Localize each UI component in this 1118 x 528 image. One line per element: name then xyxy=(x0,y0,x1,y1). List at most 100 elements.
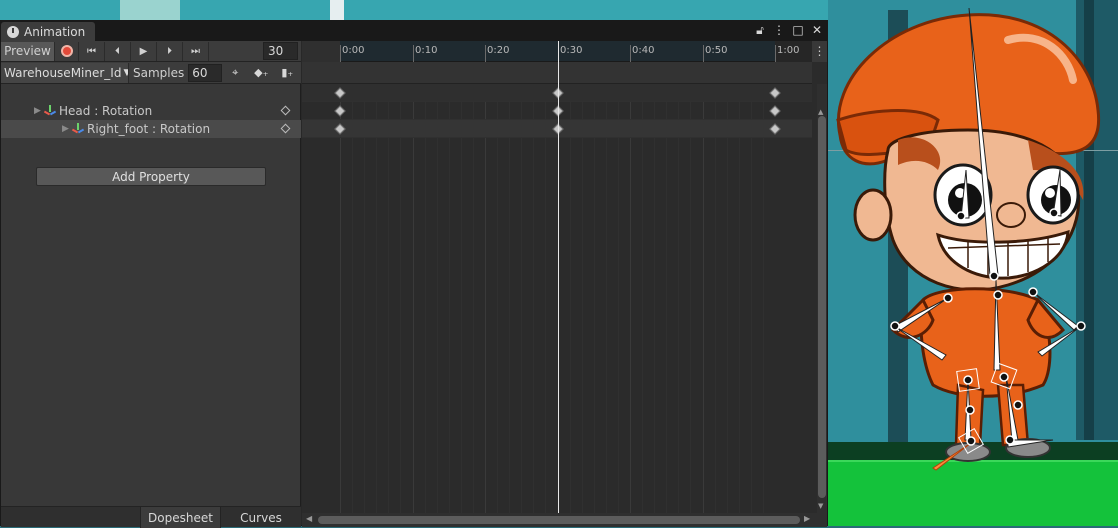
grid-line xyxy=(606,84,607,514)
grid-line xyxy=(715,84,716,514)
kebab-menu-icon[interactable]: ⋮ xyxy=(773,23,785,38)
grid-line xyxy=(400,84,401,514)
grid-line xyxy=(376,84,377,514)
lock-icon[interactable]: 🔓︎ xyxy=(754,23,766,38)
scene-stripe xyxy=(120,0,180,20)
scroll-up-icon[interactable]: ▲ xyxy=(818,108,823,116)
record-icon xyxy=(60,45,73,57)
ruler-tick xyxy=(340,45,341,62)
grid-line xyxy=(727,84,728,514)
grid-line xyxy=(437,84,438,514)
grid-line xyxy=(690,84,691,514)
maximize-icon[interactable]: □ xyxy=(792,23,804,38)
ruler-label: 0:30 xyxy=(560,45,583,56)
ruler-tick xyxy=(775,45,776,62)
expand-arrow-icon[interactable]: ▶ xyxy=(62,124,72,134)
window-titlebar: Animation 🔓︎ ⋮ □ ✕ xyxy=(1,21,827,41)
grid-line xyxy=(473,84,474,514)
clock-icon xyxy=(7,25,19,38)
animation-window: Animation 🔓︎ ⋮ □ ✕ Preview ⏮ ⏴ ▶ ⏵ ⏭ 30 … xyxy=(0,20,828,528)
view-tabs: Dopesheet Curves xyxy=(1,506,301,528)
property-row-right-foot[interactable]: ▶ Right_foot : Rotation xyxy=(1,120,301,138)
add-keyframe-icon[interactable]: ◆₊ xyxy=(248,63,274,83)
grid-line xyxy=(413,84,414,514)
last-key-icon[interactable]: ⏭ xyxy=(183,41,209,61)
summary-row xyxy=(1,84,301,102)
grid-line xyxy=(425,84,426,514)
frame-field[interactable]: 30 xyxy=(263,42,298,60)
scroll-thumb[interactable] xyxy=(318,516,800,524)
grid-line xyxy=(678,84,679,514)
tab-dopesheet[interactable]: Dopesheet xyxy=(140,507,220,528)
grid-line xyxy=(461,84,462,514)
ruler-tick xyxy=(485,45,486,62)
ruler-label: 0:40 xyxy=(632,45,655,56)
ruler-label: 0:50 xyxy=(705,45,728,56)
record-button[interactable] xyxy=(55,41,79,61)
grid-line xyxy=(545,84,546,514)
playback-toolbar: Preview ⏮ ⏴ ▶ ⏵ ⏭ xyxy=(1,41,301,62)
ruler-menu-icon[interactable]: ⋮ xyxy=(812,41,827,62)
ruler-label: 0:10 xyxy=(415,45,438,56)
scroll-right-icon[interactable]: ▶ xyxy=(804,514,810,523)
grid-line xyxy=(340,84,341,514)
window-buttons: 🔓︎ ⋮ □ ✕ xyxy=(754,23,823,38)
ruler-label: 0:00 xyxy=(342,45,365,56)
grid-line xyxy=(388,84,389,514)
scroll-thumb[interactable] xyxy=(818,116,826,498)
grid-line xyxy=(582,84,583,514)
tab-curves[interactable]: Curves xyxy=(220,507,301,528)
scene-stripe xyxy=(330,0,344,20)
clip-dropdown[interactable]: WarehouseMiner_Id ▼ xyxy=(1,62,129,83)
preview-button[interactable]: Preview xyxy=(1,41,55,61)
close-icon[interactable]: ✕ xyxy=(811,23,823,38)
tab-animation[interactable]: Animation xyxy=(1,22,95,41)
time-ruler[interactable] xyxy=(302,41,812,62)
samples-label: Samples xyxy=(133,65,185,80)
ruler-tick xyxy=(703,45,704,62)
property-list: ▶ Head : Rotation ▶ Right_foot : Rotatio… xyxy=(1,84,301,138)
previous-key-icon[interactable]: ⏴ xyxy=(105,41,131,61)
grid-line xyxy=(594,84,595,514)
keyframe-toggle-icon[interactable] xyxy=(280,123,291,134)
samples-field[interactable]: 60 xyxy=(188,63,223,82)
property-label: Head : Rotation xyxy=(59,104,153,118)
clip-name: WarehouseMiner_Id xyxy=(4,65,122,80)
keyframe-toggle-icon[interactable] xyxy=(280,105,291,116)
clip-toolbar: WarehouseMiner_Id ▼ Samples 60 ⌖ ◆₊ ▮₊ xyxy=(1,62,301,84)
next-key-icon[interactable]: ⏵ xyxy=(157,41,183,61)
horizontal-scrollbar[interactable]: ◀ ▶ xyxy=(302,513,827,527)
grid-line xyxy=(509,84,510,514)
dopesheet-timeline[interactable]: ⋮ 0:00 0:10 0:20 0:30 0:40 0:50 1:00 ▲ ▼ ◀ ▶ xyxy=(302,41,827,527)
grid-line xyxy=(352,84,353,514)
ruler-tick xyxy=(630,45,631,62)
transform-icon xyxy=(43,105,57,117)
property-label: Right_foot : Rotation xyxy=(87,122,211,136)
play-icon[interactable]: ▶ xyxy=(131,41,157,61)
event-lane[interactable] xyxy=(302,62,812,84)
scroll-left-icon[interactable]: ◀ xyxy=(306,514,312,523)
add-property-button[interactable]: Add Property xyxy=(36,167,266,186)
grid-line xyxy=(654,84,655,514)
grid-line xyxy=(618,84,619,514)
grid-line xyxy=(521,84,522,514)
playhead[interactable] xyxy=(558,41,559,513)
character-sprite[interactable] xyxy=(828,0,1118,526)
grid-line xyxy=(570,84,571,514)
transform-icon xyxy=(71,123,85,135)
grid-line xyxy=(666,84,667,514)
scroll-down-icon[interactable]: ▼ xyxy=(818,502,823,510)
grid-line xyxy=(763,84,764,514)
grid-line xyxy=(364,84,365,514)
filter-icon[interactable]: ⌖ xyxy=(222,63,248,83)
ruler-label: 1:00 xyxy=(777,45,800,56)
grid-line xyxy=(703,84,704,514)
grid-line xyxy=(533,84,534,514)
add-event-icon[interactable]: ▮₊ xyxy=(274,63,300,83)
property-row-head[interactable]: ▶ Head : Rotation xyxy=(1,102,301,120)
expand-arrow-icon[interactable]: ▶ xyxy=(34,106,44,116)
ruler-label: 0:20 xyxy=(487,45,510,56)
first-key-icon[interactable]: ⏮ xyxy=(79,41,105,61)
tab-title: Animation xyxy=(24,24,86,39)
vertical-scrollbar[interactable]: ▲ ▼ xyxy=(817,84,827,514)
